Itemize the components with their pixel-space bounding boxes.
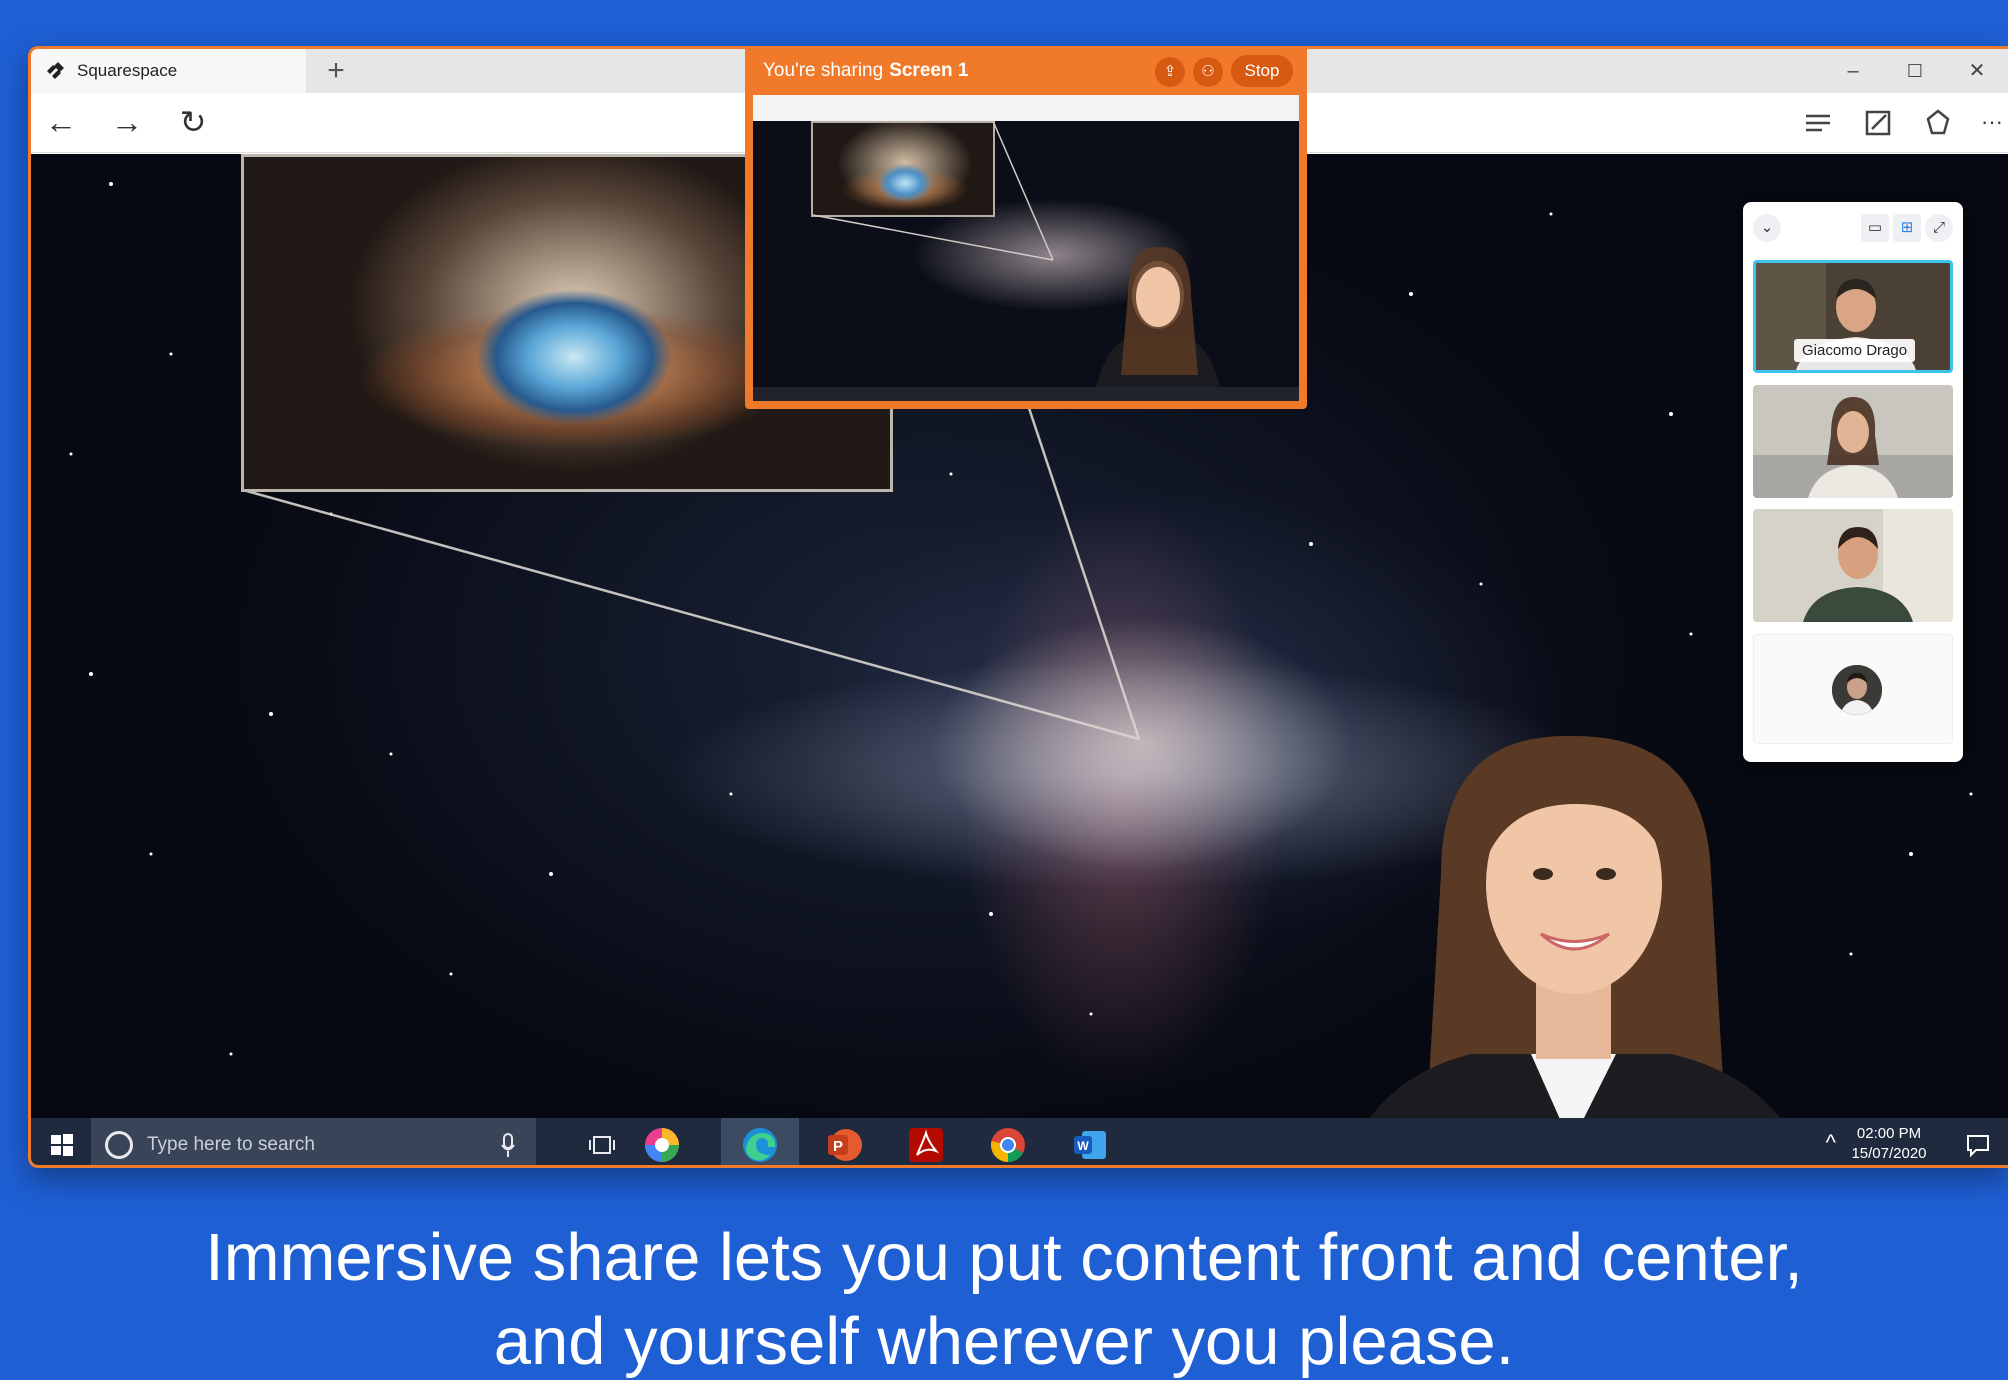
- caption-line-2: and yourself wherever you please.: [493, 1304, 1515, 1379]
- participant-video: [1753, 385, 1953, 498]
- microphone-icon[interactable]: [500, 1132, 516, 1158]
- close-button[interactable]: ✕: [1946, 49, 2008, 93]
- powerpoint-button[interactable]: P: [805, 1118, 883, 1165]
- participant-tile-2[interactable]: [1753, 385, 1953, 498]
- word-button[interactable]: W: [1051, 1118, 1129, 1165]
- notes-icon[interactable]: [1860, 105, 1896, 141]
- participant-name-tag: Giacomo Drago: [1794, 339, 1916, 362]
- svg-text:W: W: [1077, 1139, 1089, 1153]
- color-app-icon: [645, 1127, 679, 1162]
- cortana-icon: [105, 1130, 133, 1159]
- participants-panel: ⌄ ▭ ⊞ ⤢ Giacomo Drago: [1743, 202, 1963, 762]
- participant-tile-4[interactable]: [1753, 634, 1953, 744]
- word-icon: W: [1074, 1130, 1106, 1159]
- presenter-mode-icon[interactable]: ⚇: [1193, 57, 1223, 87]
- caption-line-1: Immersive share lets you put content fro…: [205, 1220, 1803, 1295]
- acrobat-icon: [909, 1127, 943, 1162]
- maximize-button[interactable]: ☐: [1884, 49, 1946, 93]
- expand-panel-icon[interactable]: ⤢: [1925, 214, 1953, 242]
- more-options-button[interactable]: ···: [1972, 103, 2008, 143]
- color-app-button[interactable]: [631, 1118, 693, 1165]
- shared-screen: Squarespace + – ☐ ✕ ← → ↻ ··· You're sha…: [28, 46, 2008, 1168]
- edge-button[interactable]: [721, 1118, 799, 1165]
- share-preview: [753, 95, 1299, 401]
- task-view-icon: [589, 1135, 615, 1154]
- marketing-caption: Immersive share lets you put content fro…: [0, 1216, 2008, 1380]
- share-prefix-label: You're sharing: [763, 60, 884, 81]
- preview-taskbar: [753, 387, 1299, 401]
- notification-center-icon[interactable]: [1964, 1131, 1992, 1159]
- browser-tab-title: Squarespace: [77, 61, 178, 80]
- taskbar-clock[interactable]: 02:00 PM 15/07/2020: [1834, 1124, 1944, 1164]
- minimize-button[interactable]: –: [1822, 49, 1884, 93]
- preview-lines: [812, 120, 1223, 401]
- participant-tile-3[interactable]: [1753, 509, 1953, 622]
- new-tab-button[interactable]: +: [316, 51, 356, 91]
- grid-view-icon[interactable]: ⊞: [1893, 214, 1921, 242]
- forward-button[interactable]: →: [107, 103, 147, 143]
- share-indicator: You're sharing Screen 1 ⇪ ⚇ Stop: [745, 49, 1307, 409]
- edge-icon: [743, 1127, 777, 1162]
- clock-date: 15/07/2020: [1851, 1145, 1927, 1162]
- clock-time: 02:00 PM: [1856, 1125, 1922, 1142]
- collapse-panel-button[interactable]: ⌄: [1753, 214, 1781, 242]
- taskbar-search-box[interactable]: Type here to search: [91, 1118, 536, 1165]
- chrome-button[interactable]: [969, 1118, 1047, 1165]
- browser-tab[interactable]: Squarespace: [31, 49, 306, 93]
- participant-video: [1753, 509, 1953, 622]
- squarespace-logo-icon: [47, 62, 64, 79]
- powerpoint-icon: P: [828, 1128, 862, 1161]
- refresh-button[interactable]: ↻: [173, 103, 213, 143]
- task-view-button[interactable]: [571, 1118, 633, 1165]
- avatar: [1832, 665, 1882, 715]
- reading-list-icon[interactable]: [1800, 105, 1836, 141]
- participant-tile-giacomo[interactable]: Giacomo Drago: [1753, 260, 1953, 373]
- pip-view-icon[interactable]: ▭: [1861, 214, 1889, 242]
- svg-text:P: P: [833, 1138, 843, 1155]
- back-button[interactable]: ←: [41, 103, 81, 143]
- taskbar-search-placeholder: Type here to search: [147, 1133, 315, 1155]
- windows-taskbar: Type here to search P W ^ 02:00 PM 15/07…: [31, 1118, 2008, 1165]
- presenter-video: [1344, 735, 1808, 1165]
- acrobat-button[interactable]: [887, 1118, 965, 1165]
- share-page-icon[interactable]: [1920, 105, 1956, 141]
- chrome-icon: [991, 1127, 1025, 1162]
- share-content-icon[interactable]: ⇪: [1155, 57, 1185, 87]
- stop-sharing-button[interactable]: Stop: [1231, 55, 1293, 87]
- share-screen-label: Screen 1: [889, 60, 969, 81]
- windows-start-icon[interactable]: [49, 1132, 75, 1158]
- avatar-image: [1832, 665, 1882, 715]
